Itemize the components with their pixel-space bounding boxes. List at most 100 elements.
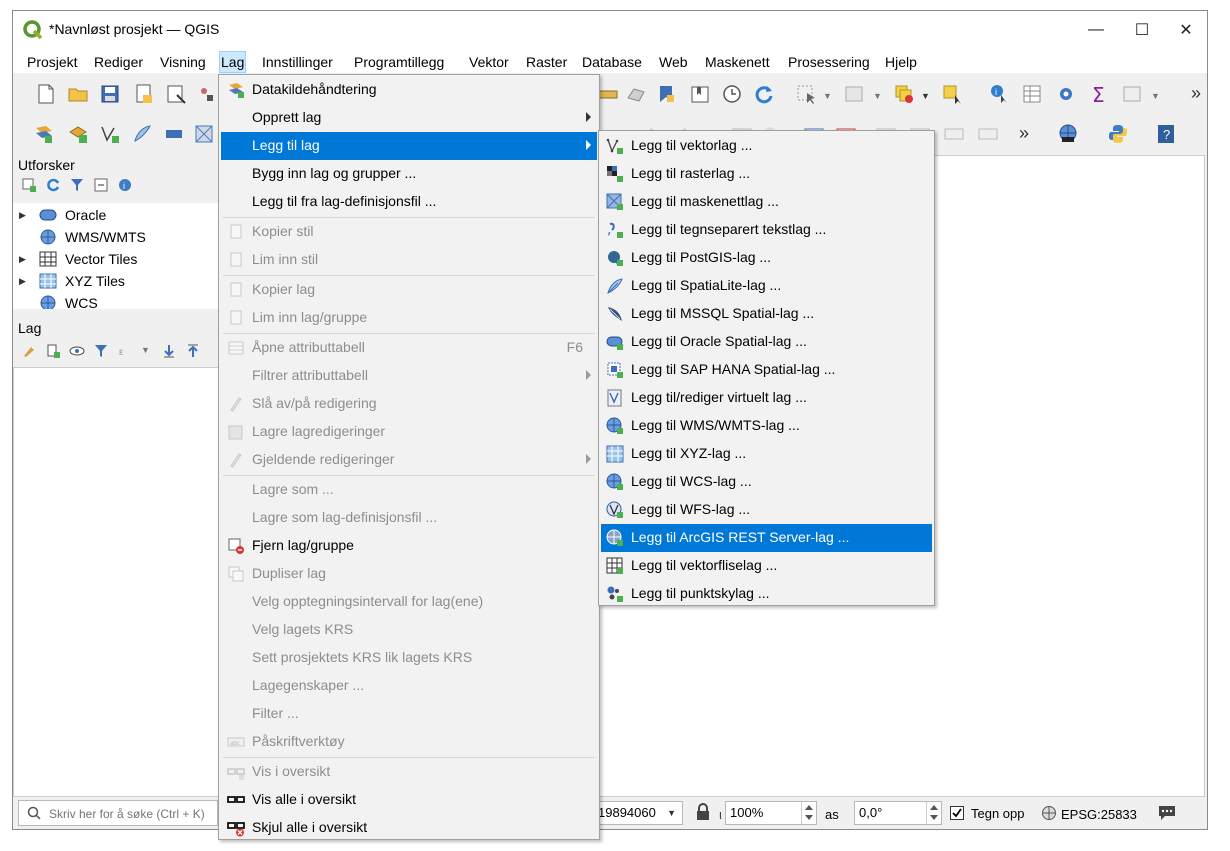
submenu-item-add-mesh-layer[interactable]: Legg til maskenettlag ... — [601, 188, 932, 216]
submenu-item-add-point-cloud-layer[interactable]: Legg til punktskylag ... — [601, 580, 932, 608]
expand-arrow-icon[interactable]: ▶ — [19, 248, 29, 270]
save-project-icon[interactable] — [99, 83, 121, 105]
overview-globe-icon[interactable] — [1057, 123, 1079, 145]
render-checkbox[interactable] — [950, 806, 964, 820]
menu-rediger[interactable]: Rediger — [93, 52, 144, 72]
menu-maskenett[interactable]: Maskenett — [704, 52, 771, 72]
submenu-item-add-wcs-layer[interactable]: Legg til WCS-lag ... — [601, 468, 932, 496]
menu-item-open-attribute-table[interactable]: Åpne attributtabell F6 — [221, 334, 597, 362]
submenu-item-add-raster-layer[interactable]: Legg til rasterlag ... — [601, 160, 932, 188]
lock-scale-icon[interactable] — [695, 803, 711, 821]
submenu-item-add-vector-layer[interactable]: Legg til vektorlag ... — [601, 132, 932, 160]
add-vector-layer-icon[interactable] — [99, 123, 121, 145]
open-project-icon[interactable] — [67, 83, 89, 105]
browser-item-xyz-tiles[interactable]: ▶ XYZ Tiles — [19, 270, 219, 292]
menu-web[interactable]: Web — [658, 52, 689, 72]
browser-item-wms-wmts[interactable]: WMS/WMTS — [19, 226, 219, 248]
menu-item-copy-style[interactable]: Kopier stil — [221, 218, 597, 246]
menu-item-labeling-tool[interactable]: abc Påskriftverktøy — [221, 728, 597, 756]
select-features-icon[interactable] — [795, 83, 817, 105]
menu-vektor[interactable]: Vektor — [468, 52, 510, 72]
refresh-icon[interactable] — [753, 83, 775, 105]
menu-visning[interactable]: Visning — [159, 52, 207, 72]
annotation-dropdown-arrow[interactable]: ▼ — [1151, 91, 1160, 101]
add-spatialite-layer-icon[interactable] — [131, 123, 153, 145]
add-group-icon[interactable] — [45, 343, 61, 359]
maximize-button[interactable]: ☐ — [1119, 11, 1165, 49]
menu-item-add-from-definition-file[interactable]: Legg til fra lag-definisjonsfil ... — [221, 188, 597, 216]
menu-lag[interactable]: Lag — [219, 51, 247, 73]
submenu-item-add-spatialite-layer[interactable]: Legg til SpatiaLite-lag ... — [601, 272, 932, 300]
submenu-item-add-oracle-layer[interactable]: Legg til Oracle Spatial-lag ... — [601, 328, 932, 356]
menu-item-duplicate-layer[interactable]: Dupliser lag — [221, 560, 597, 588]
menu-item-set-scale-visibility[interactable]: Velg opptegningsintervall for lag(ene) — [221, 588, 597, 616]
add-selected-layers-icon[interactable] — [21, 177, 37, 193]
menu-raster[interactable]: Raster — [525, 52, 568, 72]
filter-legend-icon[interactable] — [93, 343, 109, 359]
select-value-dropdown-arrow[interactable]: ▼ — [873, 91, 882, 101]
submenu-item-add-wms-wmts-layer[interactable]: Legg til WMS/WMTS-lag ... — [601, 412, 932, 440]
statistics-icon[interactable] — [625, 83, 647, 105]
expand-all-icon[interactable] — [161, 343, 177, 359]
new-layer-icon[interactable] — [67, 123, 89, 145]
menu-item-save-layer-edits[interactable]: Lagre lagredigeringer — [221, 418, 597, 446]
submenu-item-add-sap-hana-layer[interactable]: Legg til SAP HANA Spatial-lag ... — [601, 356, 932, 384]
menu-item-toggle-editing[interactable]: Slå av/på redigering — [221, 390, 597, 418]
menu-hjelp[interactable]: Hjelp — [884, 52, 918, 72]
submenu-item-add-arcgis-rest-layer[interactable]: Legg til ArcGIS REST Server-lag ... — [601, 524, 932, 552]
select-dropdown-arrow[interactable]: ▼ — [823, 91, 832, 101]
submenu-item-add-wfs-layer[interactable]: Legg til WFS-lag ... — [601, 496, 932, 524]
new-project-icon[interactable] — [35, 83, 57, 105]
toolbox-gear-icon[interactable] — [1055, 83, 1077, 105]
menu-item-copy-layer[interactable]: Kopier lag — [221, 276, 597, 304]
menu-item-filter-attribute-table[interactable]: Filtrer attributtabell — [221, 362, 597, 390]
crs-value[interactable]: EPSG:25833 — [1061, 807, 1137, 822]
scale-dropdown-arrow[interactable]: ▼ — [667, 802, 676, 824]
collapse-all-icon[interactable] — [93, 177, 109, 193]
menu-item-show-all-in-overview[interactable]: Vis alle i oversikt — [221, 786, 597, 814]
layout-manager-icon[interactable] — [165, 83, 187, 105]
add-mssql-layer-icon[interactable] — [163, 123, 185, 145]
menu-item-current-edits[interactable]: Gjeldende redigeringer — [221, 446, 597, 474]
minimize-button[interactable]: — — [1073, 11, 1119, 49]
select-location-icon[interactable] — [941, 83, 963, 105]
rotation-spin-buttons[interactable] — [926, 802, 941, 824]
menu-item-set-layer-crs[interactable]: Velg lagets KRS — [221, 616, 597, 644]
layers-tree[interactable] — [13, 367, 219, 797]
menu-database[interactable]: Database — [581, 52, 643, 72]
submenu-item-add-virtual-layer[interactable]: Legg til/rediger virtuelt lag ... — [601, 384, 932, 412]
deselect-dropdown-arrow[interactable]: ▼ — [921, 91, 930, 101]
menu-item-save-as-definition-file[interactable]: Lagre som lag-definisjonsfil ... — [221, 504, 597, 532]
menu-item-paste-layer[interactable]: Lim inn lag/gruppe — [221, 304, 597, 332]
temporal-controller-icon[interactable] — [721, 83, 743, 105]
menu-item-paste-style[interactable]: Lim inn stil — [221, 246, 597, 274]
select-by-value-icon[interactable] — [843, 83, 865, 105]
browser-filter-icon[interactable] — [69, 177, 85, 193]
submenu-item-add-vector-tile-layer[interactable]: Legg til vektorfliselag ... — [601, 552, 932, 580]
close-button[interactable]: ✕ — [1163, 11, 1207, 49]
menu-item-show-in-overview[interactable]: Vis i oversikt — [221, 758, 597, 786]
new-print-layout-icon[interactable] — [133, 83, 155, 105]
toolbar-overflow-2[interactable]: » — [1019, 123, 1029, 144]
manage-visibility-icon[interactable] — [69, 343, 85, 359]
crs-globe-icon[interactable] — [1041, 805, 1057, 821]
menu-item-data-source-manager[interactable]: Datakildehåndtering — [221, 76, 597, 104]
rotation-spinbox[interactable]: 0,0° — [854, 801, 942, 825]
menu-item-set-project-crs-from-layer[interactable]: Sett prosjektets KRS lik lagets KRS — [221, 644, 597, 672]
deselect-features-icon[interactable] — [893, 83, 915, 105]
measure-icon[interactable] — [597, 83, 619, 105]
browser-refresh-icon[interactable] — [45, 177, 61, 193]
menu-innstillinger[interactable]: Innstillinger — [261, 52, 334, 72]
submenu-item-add-xyz-layer[interactable]: Legg til XYZ-lag ... — [601, 440, 932, 468]
data-source-manager-icon[interactable] — [33, 123, 55, 145]
text-annotation-icon[interactable] — [1121, 83, 1143, 105]
locator-search[interactable] — [18, 800, 221, 826]
magnifier-spin-buttons[interactable] — [801, 802, 816, 824]
expand-arrow-icon[interactable]: ▶ — [19, 270, 29, 292]
menu-item-remove-layer[interactable]: Fjern lag/gruppe — [221, 532, 597, 560]
menu-prosessering[interactable]: Prosessering — [787, 52, 871, 72]
attribute-table-icon[interactable] — [1021, 83, 1043, 105]
collapse-all-layers-icon[interactable] — [185, 343, 201, 359]
python-console-icon[interactable] — [1107, 123, 1129, 145]
filter-expression-dropdown[interactable]: ▼ — [141, 345, 150, 355]
